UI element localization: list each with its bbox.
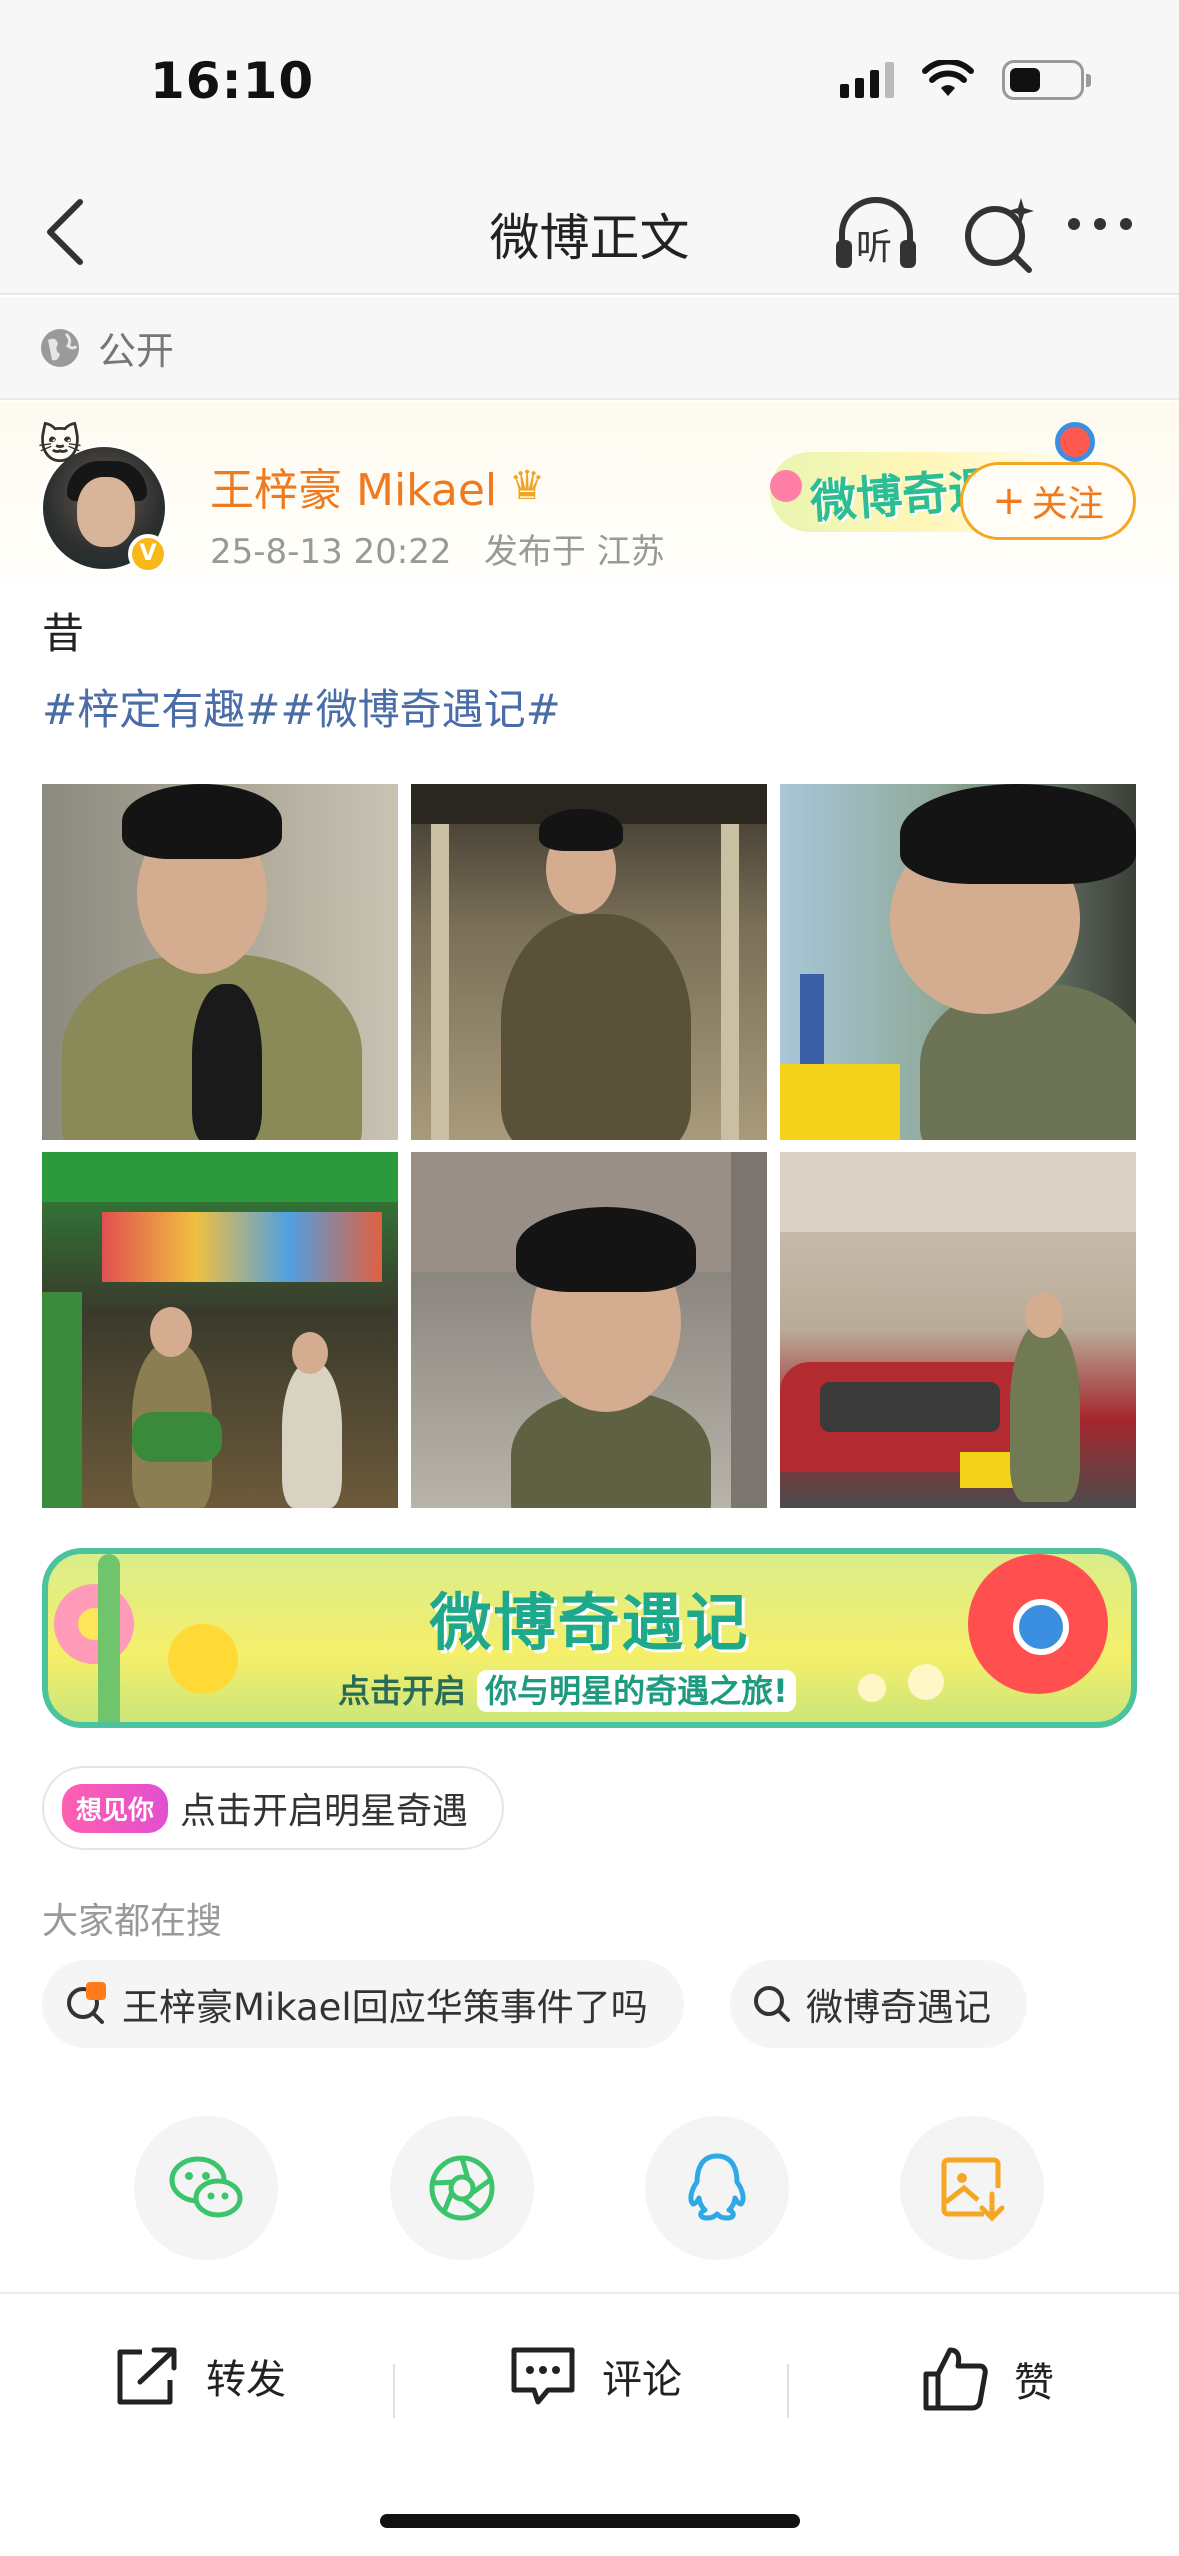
crown-icon: ♛ bbox=[509, 463, 545, 509]
like-button[interactable]: 赞 bbox=[920, 2344, 1054, 2414]
more-options-icon[interactable] bbox=[1068, 218, 1132, 230]
post-meta: 25-8-13 20:22 发布于 江苏 bbox=[210, 524, 665, 573]
cellular-signal-icon bbox=[840, 62, 894, 98]
photo-1[interactable] bbox=[42, 784, 398, 1140]
post-hashtags[interactable]: #梓定有趣##微博奇遇记# bbox=[42, 676, 561, 737]
like-label: 赞 bbox=[1014, 2360, 1054, 2406]
star-encounter-chip[interactable]: 想见你 点击开启明星奇遇 bbox=[42, 1766, 505, 1850]
share-wechat-button[interactable] bbox=[134, 2116, 278, 2260]
photo-6[interactable] bbox=[780, 1152, 1136, 1508]
wechat-icon bbox=[169, 2156, 243, 2218]
hot-search-item-1[interactable]: 王梓豪Mikael回应华策事件了吗 bbox=[42, 1960, 684, 2048]
photo-3[interactable] bbox=[780, 784, 1136, 1140]
action-bar: 转发 评论 赞 bbox=[0, 2292, 1179, 2556]
follow-label: 关注 bbox=[1031, 484, 1104, 525]
cat-pendant-icon: 🐱 bbox=[38, 420, 82, 469]
hot-search-icon bbox=[67, 1982, 106, 2024]
promo-subtitle: 点击开启 你与明星的奇遇之旅! bbox=[338, 1666, 796, 1712]
repost-icon bbox=[117, 2347, 177, 2405]
post-text: 昔 bbox=[42, 609, 85, 658]
post-location: 发布于 江苏 bbox=[483, 532, 665, 572]
promo-subtitle-highlight: 你与明星的奇遇之旅! bbox=[477, 1670, 796, 1712]
status-bar: 16:10 bbox=[0, 0, 1179, 170]
photo-4[interactable] bbox=[42, 1152, 398, 1508]
repost-label: 转发 bbox=[206, 2357, 286, 2403]
visibility-row: 公开 bbox=[0, 297, 1179, 400]
photo-2[interactable] bbox=[411, 784, 767, 1140]
author-name-row[interactable]: 王梓豪 Mikael ♛ bbox=[210, 454, 545, 518]
moments-icon bbox=[429, 2155, 495, 2221]
hot-search-item-2[interactable]: 微博奇遇记 bbox=[730, 1960, 1027, 2048]
repost-button[interactable]: 转发 bbox=[112, 2344, 286, 2408]
follow-button[interactable]: + 关注 bbox=[960, 462, 1136, 540]
listen-button[interactable]: 听 bbox=[830, 188, 922, 278]
author-name[interactable]: 王梓豪 Mikael bbox=[210, 454, 497, 518]
comment-button[interactable]: 评论 bbox=[508, 2344, 682, 2408]
promo-subtitle-prefix: 点击开启 bbox=[338, 1672, 467, 1710]
post-header: 🐱 V 王梓豪 Mikael ♛ 25-8-13 20:22 发布于 江苏 微博… bbox=[0, 402, 1179, 582]
verified-badge-icon: V bbox=[128, 534, 168, 574]
battery-icon bbox=[1002, 60, 1091, 100]
chip-label: 点击开启明星奇遇 bbox=[180, 1791, 469, 1832]
plus-icon: + bbox=[992, 478, 1026, 524]
status-icons bbox=[840, 60, 1091, 100]
globe-icon bbox=[41, 328, 79, 367]
visibility-label: 公开 bbox=[98, 329, 175, 373]
photo-grid bbox=[42, 784, 1137, 1508]
navigation-bar: 微博正文 听 bbox=[0, 170, 1179, 295]
home-indicator[interactable] bbox=[380, 2514, 800, 2528]
comment-label: 评论 bbox=[602, 2357, 682, 2403]
hot-search-label: 大家都在搜 bbox=[42, 1901, 223, 1942]
save-image-button[interactable] bbox=[900, 2116, 1044, 2260]
photo-5[interactable] bbox=[411, 1152, 767, 1508]
qq-icon bbox=[688, 2153, 746, 2221]
hot-search-text-1: 王梓豪Mikael回应华策事件了吗 bbox=[122, 1986, 648, 2029]
search-icon[interactable] bbox=[955, 190, 1045, 280]
listen-label: 听 bbox=[856, 227, 893, 268]
post-timestamp: 25-8-13 20:22 bbox=[210, 532, 452, 572]
save-image-icon bbox=[941, 2157, 1005, 2222]
promo-banner[interactable]: 微博奇遇记 点击开启 你与明星的奇遇之旅! bbox=[42, 1548, 1137, 1728]
hot-search-text-2: 微博奇遇记 bbox=[806, 1986, 991, 2029]
wifi-icon bbox=[922, 60, 974, 96]
comment-icon bbox=[511, 2347, 575, 2405]
share-moments-button[interactable] bbox=[390, 2116, 534, 2260]
status-time: 16:10 bbox=[150, 52, 315, 110]
search-icon bbox=[754, 1986, 790, 2022]
chip-tag: 想见你 bbox=[62, 1783, 169, 1833]
like-icon bbox=[923, 2347, 988, 2411]
share-qq-button[interactable] bbox=[645, 2116, 789, 2260]
